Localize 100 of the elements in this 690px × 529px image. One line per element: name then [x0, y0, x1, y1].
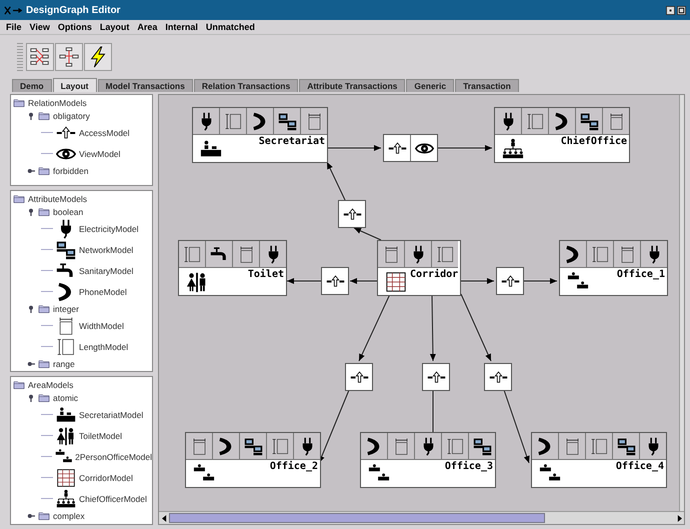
x-logo-icon — [4, 6, 22, 14]
folder-icon — [38, 206, 50, 218]
window-title: DesignGraph Editor — [26, 4, 120, 16]
tree-item[interactable]: ChiefOfficerModel — [79, 494, 147, 504]
tree-item[interactable]: NetworkModel — [79, 244, 134, 255]
tab[interactable]: Layout — [52, 78, 96, 92]
length-dimension-icon — [446, 436, 464, 456]
room-label: Office_4 — [616, 461, 664, 472]
connector-arrow — [358, 294, 390, 362]
expand-handle-icon[interactable] — [27, 166, 35, 174]
room-node[interactable]: Corridor — [377, 240, 462, 296]
room-node[interactable]: Office_3 — [360, 432, 496, 488]
tree-item[interactable]: range — [53, 358, 75, 369]
connector-arrow — [460, 294, 492, 362]
expand-handle-icon[interactable] — [27, 304, 35, 313]
minimize-button[interactable] — [666, 6, 675, 14]
folder-icon — [13, 193, 25, 204]
folder-icon — [13, 379, 25, 390]
tree-item[interactable]: AreaModels — [28, 380, 74, 390]
folder-icon — [13, 97, 25, 108]
expand-handle-icon[interactable] — [27, 112, 35, 120]
toolbar-grip[interactable] — [17, 42, 23, 70]
scrollbar-thumb[interactable] — [169, 513, 545, 523]
computers-icon — [278, 112, 296, 130]
room-node[interactable]: Office_1 — [559, 240, 668, 296]
tree-item[interactable]: SanitaryModel — [79, 266, 134, 276]
computers-icon — [472, 436, 492, 456]
tab[interactable]: Generic — [406, 79, 454, 92]
scroll-left-arrow-icon[interactable] — [162, 514, 166, 522]
tree-item[interactable]: atomic — [53, 392, 78, 403]
relation-node[interactable] — [338, 200, 366, 228]
horizontal-scrollbar[interactable] — [159, 511, 684, 524]
tab[interactable]: Attribute Transactions — [299, 79, 406, 92]
folder-icon — [38, 392, 50, 404]
length-dimension-icon — [526, 112, 544, 130]
room-label: Office_1 — [616, 269, 665, 280]
room-node[interactable]: Toilet — [178, 240, 287, 296]
tree-item[interactable]: boolean — [53, 206, 84, 217]
expand-handle-icon[interactable] — [27, 394, 35, 402]
scroll-right-arrow-icon[interactable] — [676, 514, 682, 522]
relation-node[interactable] — [345, 363, 373, 391]
org-chart-icon — [56, 488, 76, 509]
folder-icon — [38, 358, 50, 370]
tree-item[interactable]: AccessModel — [79, 128, 130, 138]
relation-node[interactable] — [321, 267, 349, 295]
relation-node[interactable] — [484, 363, 512, 391]
relation-node[interactable] — [496, 267, 524, 295]
computers-icon — [56, 240, 76, 260]
tree-item[interactable]: SecretariatModel — [79, 410, 144, 420]
connector-arrow — [430, 294, 436, 362]
menu-item[interactable]: Internal — [165, 22, 198, 32]
room-node[interactable]: Office_4 — [531, 432, 667, 488]
tree-item[interactable]: LengthModel — [79, 342, 128, 352]
folder-icon — [38, 303, 50, 314]
menu-item[interactable]: Options — [58, 22, 92, 32]
length-dimension-icon — [436, 244, 454, 264]
tree-item[interactable]: obligatory — [53, 110, 90, 120]
menu-item[interactable]: Layout — [100, 22, 130, 32]
tab[interactable]: Transaction — [455, 79, 519, 92]
menu-item[interactable]: View — [30, 22, 50, 32]
relation-node[interactable] — [422, 363, 450, 391]
toilet-people-icon — [56, 426, 76, 446]
room-node[interactable]: ChiefOffice — [494, 107, 630, 163]
tree-item[interactable]: RelationModels — [28, 98, 87, 108]
lightning-button[interactable] — [84, 42, 112, 70]
room-node[interactable]: Secretariat — [192, 107, 328, 163]
maximize-button[interactable] — [677, 6, 686, 14]
menu-item[interactable]: Unmatched — [206, 22, 255, 32]
graph-layout-button[interactable] — [55, 42, 83, 70]
tree-item[interactable]: ToiletModel — [79, 430, 122, 441]
expand-handle-icon[interactable] — [27, 512, 35, 520]
grid-icon — [56, 468, 76, 488]
room-label: Office_2 — [270, 461, 318, 472]
expand-handle-icon[interactable] — [27, 360, 35, 368]
tree-item[interactable]: complex — [53, 510, 85, 521]
relation-node[interactable] — [383, 134, 438, 162]
expand-handle-icon[interactable] — [27, 208, 35, 216]
tree-item[interactable]: integer — [53, 304, 79, 314]
tab[interactable]: Model Transactions — [98, 79, 193, 92]
room-label: Corridor — [410, 269, 458, 280]
tab[interactable]: Demo — [12, 79, 52, 92]
tree-layout-button[interactable] — [26, 42, 54, 70]
menu-item[interactable]: Area — [137, 22, 158, 32]
length-dimension-icon — [182, 244, 202, 264]
tree-item[interactable]: ViewModel — [79, 148, 120, 158]
vertical-scrollbar[interactable] — [679, 95, 684, 511]
connector-arrow — [326, 162, 346, 200]
length-dimension-icon — [590, 244, 610, 264]
tree-item[interactable]: WidthModel — [79, 320, 124, 331]
tree-item[interactable]: ElectricityModel — [79, 224, 139, 234]
tree-item[interactable]: PhoneModel — [79, 286, 127, 297]
tree-item[interactable]: 2PersonOfficeModel — [75, 452, 152, 462]
tree-item[interactable]: forbidden — [53, 166, 88, 176]
menu-item[interactable]: File — [6, 22, 22, 32]
tree-item[interactable]: AttributeModels — [28, 194, 88, 204]
room-node[interactable]: Office_2 — [185, 432, 321, 488]
tab[interactable]: Relation Transactions — [194, 79, 298, 92]
folder-icon — [38, 510, 50, 522]
connector-arrow — [350, 278, 378, 284]
tree-item[interactable]: CorridorModel — [79, 472, 133, 483]
